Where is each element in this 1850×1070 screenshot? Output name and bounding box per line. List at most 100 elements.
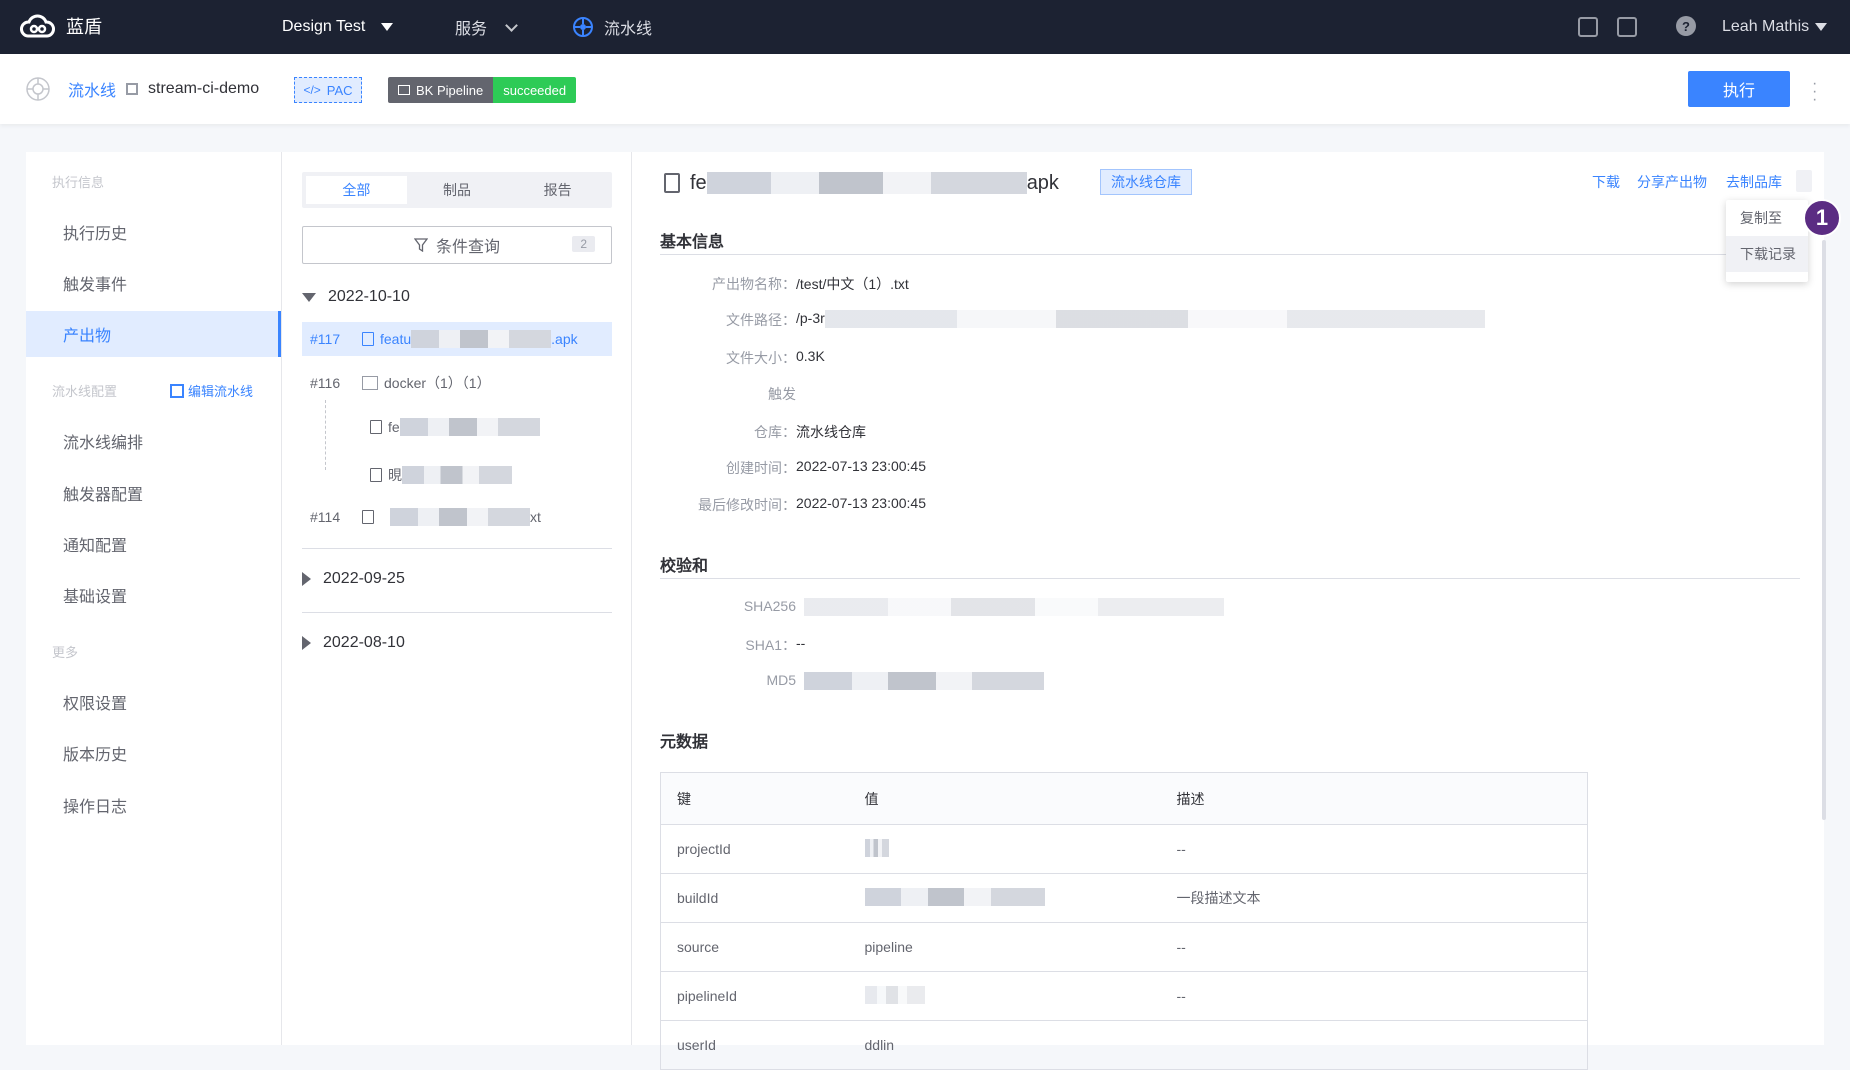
date-group-toggle[interactable]: 2022-10-10 — [302, 288, 410, 306]
table-row: projectId -- — [660, 824, 1588, 874]
md5-row: MD5 — [662, 672, 1044, 690]
user-name: Leah Mathis — [1722, 18, 1810, 35]
sidebar-item-basic-settings[interactable]: 基础设置 — [26, 572, 281, 618]
pipeline-icon — [573, 17, 593, 37]
sidebar: 执行信息 执行历史 触发事件 产出物 流水线配置 编辑流水线 流水线编排 触发器… — [26, 152, 282, 1045]
caret-down-icon — [381, 23, 394, 31]
artifact-row[interactable]: 晛 — [302, 458, 612, 492]
download-log-menu-item[interactable]: 下载记录 — [1726, 236, 1808, 272]
artifact-list-panel: 全部 制品 报告 条件查询 2 2022-10-10 #117 featu .a… — [282, 152, 632, 1045]
artifact-tabs: 全部 制品 报告 — [302, 172, 612, 208]
info-value: /p-3r — [796, 310, 825, 326]
pipeline-tag-icon — [398, 85, 410, 95]
artifact-name-prefix: featu — [380, 331, 412, 347]
tab-artifacts[interactable]: 制品 — [407, 176, 508, 204]
build-group-row[interactable]: #116 docker（1）（1） — [302, 366, 612, 400]
build-number: #114 — [310, 509, 341, 525]
more-actions-icon[interactable] — [1796, 170, 1812, 192]
file-icon — [370, 468, 382, 482]
switch-lang-icon[interactable] — [1578, 17, 1598, 37]
artifact-name-prefix: fe — [388, 419, 400, 435]
project-selector[interactable]: Design Test — [282, 0, 394, 54]
pipeline-header: 流水线 stream-ci-demo </> PAC BK Pipeline s… — [0, 54, 1850, 124]
date-group-toggle[interactable]: 2022-09-25 — [302, 570, 405, 588]
more-actions-dropdown: 复制至 下载记录 — [1726, 200, 1808, 282]
divider — [660, 254, 1800, 255]
column-header-key: 键 — [660, 772, 849, 825]
meta-desc: 一段描述文本 — [1160, 873, 1588, 923]
service-label: 服务 — [455, 21, 488, 38]
separator-icon — [126, 83, 139, 95]
goto-repo-link[interactable]: 去制品库 — [1726, 172, 1782, 192]
info-value: 2022-07-13 23:00:45 — [796, 458, 926, 474]
meta-value: pipeline — [848, 922, 1161, 972]
checksum-value: -- — [796, 635, 806, 651]
sidebar-item-trigger-events[interactable]: 触发事件 — [26, 260, 281, 306]
table-row: buildId 一段描述文本 — [660, 873, 1588, 923]
sidebar-item-orchestration[interactable]: 流水线编排 — [26, 418, 281, 464]
sidebar-item-notify-config[interactable]: 通知配置 — [26, 521, 281, 567]
brand-logo[interactable]: 蓝盾 — [20, 12, 102, 40]
sidebar-item-exec-history[interactable]: 执行历史 — [26, 209, 281, 255]
sidebar-item-artifacts[interactable]: 产出物 — [26, 311, 281, 357]
checksum-key: MD5 — [766, 672, 796, 688]
breadcrumb-pipeline-link[interactable]: 流水线 — [68, 77, 116, 101]
redacted-text — [804, 672, 1044, 690]
sha256-row: SHA256 — [662, 598, 1224, 616]
date-group-toggle[interactable]: 2022-08-10 — [302, 634, 405, 652]
info-key: 文件路径： — [726, 312, 796, 328]
pac-badge: </> PAC — [294, 77, 362, 103]
sidebar-item-permissions[interactable]: 权限设置 — [26, 679, 281, 725]
breadcrumb-pipeline-name: stream-ci-demo — [148, 80, 260, 97]
sidebar-group-exec: 执行信息 — [52, 175, 105, 190]
file-icon — [370, 420, 382, 434]
artifact-name-suffix: .apk — [551, 331, 578, 347]
help-icon[interactable]: ? — [1676, 16, 1696, 36]
pipeline-nav-link[interactable]: 流水线 — [572, 0, 652, 54]
divider — [302, 548, 612, 549]
artifact-row[interactable]: #114 xt — [302, 500, 612, 534]
share-artifact-link[interactable]: 分享产出物 — [1637, 172, 1707, 192]
checksum-title: 校验和 — [660, 558, 709, 575]
sidebar-item-operation-log[interactable]: 操作日志 — [26, 782, 281, 828]
step-marker-badge: 1 — [1803, 199, 1841, 237]
sidebar-item-trigger-config[interactable]: 触发器配置 — [26, 470, 281, 516]
checksum-key: SHA1： — [745, 637, 796, 653]
sidebar-group-more: 更多 — [52, 645, 79, 660]
build-status-tag: BK Pipeline succeeded — [388, 77, 577, 103]
info-key: 最后修改时间： — [698, 497, 796, 513]
date-label: 2022-10-10 — [328, 288, 410, 305]
download-link[interactable]: 下载 — [1592, 172, 1620, 192]
brand-name: 蓝盾 — [66, 17, 102, 37]
info-key: 创建时间： — [726, 460, 796, 476]
info-value: 流水线仓库 — [796, 424, 866, 440]
copy-to-menu-item[interactable]: 复制至 — [1726, 200, 1808, 236]
execute-button[interactable]: 执行 — [1688, 71, 1790, 107]
meta-value — [848, 873, 1161, 923]
info-value: 2022-07-13 23:00:45 — [796, 495, 926, 511]
redacted-text — [864, 985, 925, 1004]
tab-reports[interactable]: 报告 — [507, 176, 608, 204]
artifact-name-prefix: 晛 — [388, 467, 402, 483]
artifact-row[interactable]: #117 featu .apk — [302, 322, 612, 356]
scrollbar[interactable] — [1822, 240, 1826, 820]
caret-right-icon — [302, 636, 311, 650]
sidebar-item-version-history[interactable]: 版本历史 — [26, 730, 281, 776]
filter-count-badge: 2 — [572, 236, 595, 252]
dashboard-icon[interactable] — [1617, 17, 1637, 37]
service-menu[interactable]: 服务 — [455, 0, 518, 54]
divider — [660, 578, 1800, 579]
edit-pipeline-link[interactable]: 编辑流水线 — [170, 381, 253, 400]
user-menu[interactable]: Leah Mathis — [1722, 0, 1828, 54]
tab-all[interactable]: 全部 — [306, 176, 407, 204]
more-options-icon[interactable]: · · · — [1812, 76, 1817, 108]
artifact-row[interactable]: fe — [302, 410, 612, 444]
filter-button[interactable]: 条件查询 2 — [302, 226, 612, 264]
pipeline-label: 流水线 — [604, 21, 653, 38]
meta-value — [848, 824, 1161, 874]
info-value: /test/中文（1）.txt — [796, 276, 909, 292]
column-header-value: 值 — [848, 772, 1161, 825]
redacted-text — [706, 172, 1027, 194]
redacted-text — [804, 598, 1224, 616]
pac-label: PAC — [326, 82, 353, 98]
